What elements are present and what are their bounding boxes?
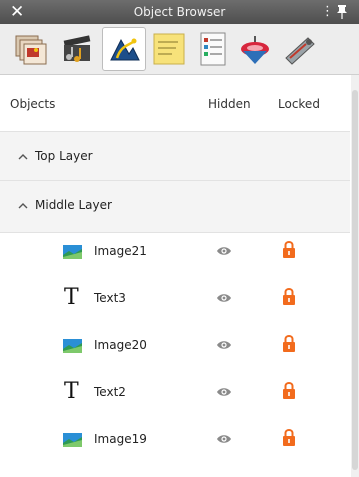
chevron-up-icon[interactable] [18,152,28,162]
eye-icon[interactable] [216,339,232,351]
notes-tool-icon[interactable] [148,28,190,70]
image-object-icon [63,245,82,259]
column-header-row: Objects Hidden Locked [0,75,350,133]
object-list: Objects Hidden Locked Top Layer Middle L… [0,75,350,477]
image-object-icon [63,339,82,353]
object-row[interactable]: T Text3 [0,276,350,323]
lock-icon[interactable] [283,381,295,399]
object-label: Image21 [94,244,147,258]
lock-icon[interactable] [283,428,295,446]
chevron-up-icon[interactable] [18,201,28,211]
title-bar: ✕ Object Browser ⋮ [0,0,359,24]
image-object-icon [63,433,82,447]
objects-column-header[interactable]: Objects [10,97,55,111]
eye-icon[interactable] [216,386,232,398]
hidden-column-header[interactable]: Hidden [208,97,251,111]
object-row[interactable]: T Text2 [0,370,350,417]
text-object-icon: T [64,379,79,404]
menu-icon[interactable]: ⋮ [321,0,334,24]
lock-icon[interactable] [283,287,295,305]
eye-icon[interactable] [216,245,232,257]
layer-label: Middle Layer [35,198,112,212]
object-row[interactable]: Image19 [0,417,350,464]
lock-icon[interactable] [283,334,295,352]
object-label: Text2 [94,385,126,399]
eye-icon[interactable] [216,433,232,445]
pin-icon[interactable] [336,5,348,19]
layer-row-top[interactable]: Top Layer [0,131,350,184]
window-title: Object Browser [133,5,226,19]
scanner-tool-icon[interactable] [278,28,320,70]
text-object-icon: T [64,285,79,310]
object-row[interactable]: Image21 [0,229,350,276]
pages-tool-icon[interactable] [10,28,52,70]
object-label: Image20 [94,338,147,352]
eye-icon[interactable] [216,292,232,304]
object-tool-icon[interactable] [102,27,146,71]
toolbar [0,24,359,75]
object-label: Image19 [94,432,147,446]
object-row[interactable]: Image20 [0,323,350,370]
properties-tool-icon[interactable] [192,28,234,70]
layer-label: Top Layer [35,149,93,163]
spinner-tool-icon[interactable] [234,28,276,70]
locked-column-header[interactable]: Locked [278,97,320,111]
layer-row-middle[interactable]: Middle Layer [0,180,350,233]
media-tool-icon[interactable] [58,28,100,70]
lock-icon[interactable] [283,240,295,258]
scrollbar-thumb[interactable] [352,90,358,470]
object-label: Text3 [94,291,126,305]
